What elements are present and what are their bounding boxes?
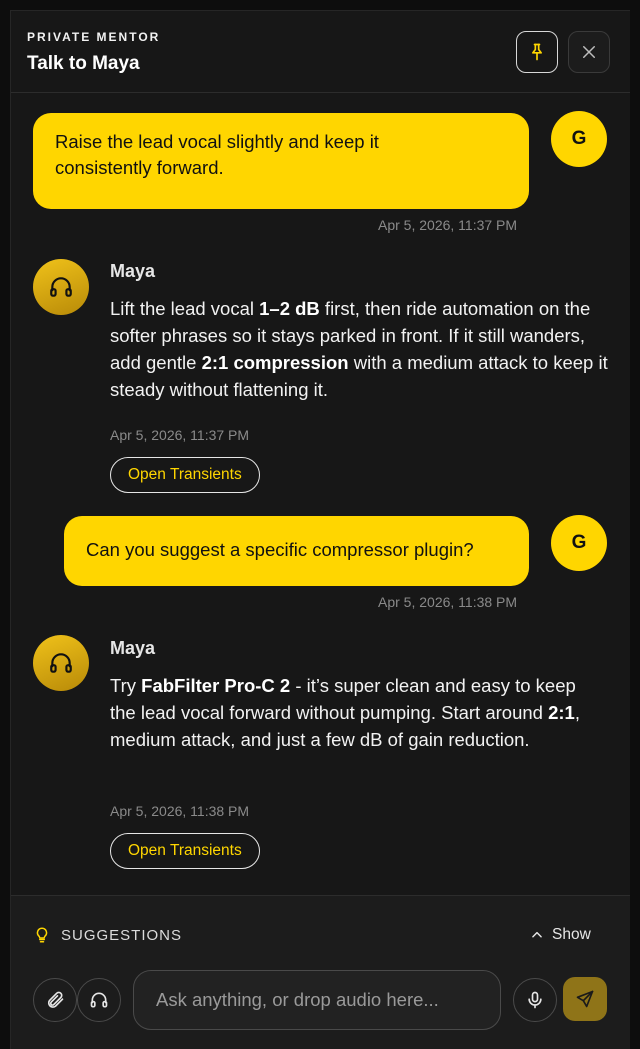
message-text-bold: 2:1 <box>548 702 575 723</box>
send-icon <box>576 990 594 1008</box>
suggestions-label: SUGGESTIONS <box>61 926 183 944</box>
user-message-bubble: Can you suggest a specific compressor pl… <box>64 516 529 586</box>
message-timestamp: Apr 5, 2026, 11:37 PM <box>378 217 518 233</box>
headphones-icon <box>90 992 108 1008</box>
message-text-bold: 2:1 compression <box>201 352 349 373</box>
mentor-avatar <box>33 259 89 315</box>
lightbulb-icon <box>36 927 48 943</box>
mentor-panel: PRIVATE MENTOR Talk to Maya Raise the le… <box>10 10 630 1049</box>
pin-icon <box>532 43 542 61</box>
pin-button[interactable] <box>516 31 558 73</box>
mentor-avatar <box>33 635 89 691</box>
message-timestamp: Apr 5, 2026, 11:38 PM <box>378 594 518 610</box>
message-line: Can you suggest a specific compressor pl… <box>86 539 474 560</box>
message-timestamp: Apr 5, 2026, 11:38 PM <box>110 803 250 819</box>
close-button[interactable] <box>568 31 610 73</box>
mentor-message-text: Lift the lead vocal 1–2 dB first, then r… <box>110 295 610 403</box>
message-line: Raise the lead vocal slightly and keep i… <box>55 131 379 152</box>
user-avatar: G <box>551 111 607 167</box>
suggestions-toggle[interactable]: Show <box>530 926 591 944</box>
suggestions-toggle-label: Show <box>552 926 591 943</box>
message-line: consistently forward. <box>55 157 224 178</box>
message-text-bold: FabFilter Pro-C 2 <box>141 675 291 696</box>
user-message-bubble: Raise the lead vocal slightly and keep i… <box>33 113 529 209</box>
close-icon <box>583 46 595 58</box>
send-button[interactable] <box>563 977 607 1021</box>
microphone-button[interactable] <box>513 978 557 1022</box>
open-transients-button[interactable]: Open Transients <box>110 457 260 493</box>
suggestions-header: SUGGESTIONS <box>33 926 182 944</box>
panel-title: Talk to Maya <box>27 53 140 74</box>
chevron-up-icon <box>532 931 542 938</box>
open-transients-button[interactable]: Open Transients <box>110 833 260 869</box>
message-text-bold: 1–2 dB <box>259 298 320 319</box>
mentor-name: Maya <box>110 261 156 281</box>
message-input[interactable]: Ask anything, or drop audio here... <box>133 970 501 1030</box>
message-timestamp: Apr 5, 2026, 11:37 PM <box>110 427 250 443</box>
headphones-icon <box>50 277 72 297</box>
headphones-icon <box>50 653 72 673</box>
attach-button[interactable] <box>33 978 77 1022</box>
chat-thread: Raise the lead vocal slightly and keep i… <box>11 93 630 893</box>
user-avatar: G <box>551 515 607 571</box>
message-text: Try <box>110 675 142 696</box>
panel-eyebrow: PRIVATE MENTOR <box>27 30 161 44</box>
paperclip-icon <box>47 991 64 1008</box>
microphone-icon <box>528 991 542 1009</box>
message-text: Lift the lead vocal <box>110 298 260 319</box>
mentor-message-text: Try FabFilter Pro-C 2 - it’s super clean… <box>110 672 590 753</box>
mentor-name: Maya <box>110 638 156 658</box>
composer-area: SUGGESTIONS Show Ask anything, or drop a… <box>11 895 630 1049</box>
audio-button[interactable] <box>77 978 121 1022</box>
panel-header: PRIVATE MENTOR Talk to Maya <box>11 11 630 93</box>
